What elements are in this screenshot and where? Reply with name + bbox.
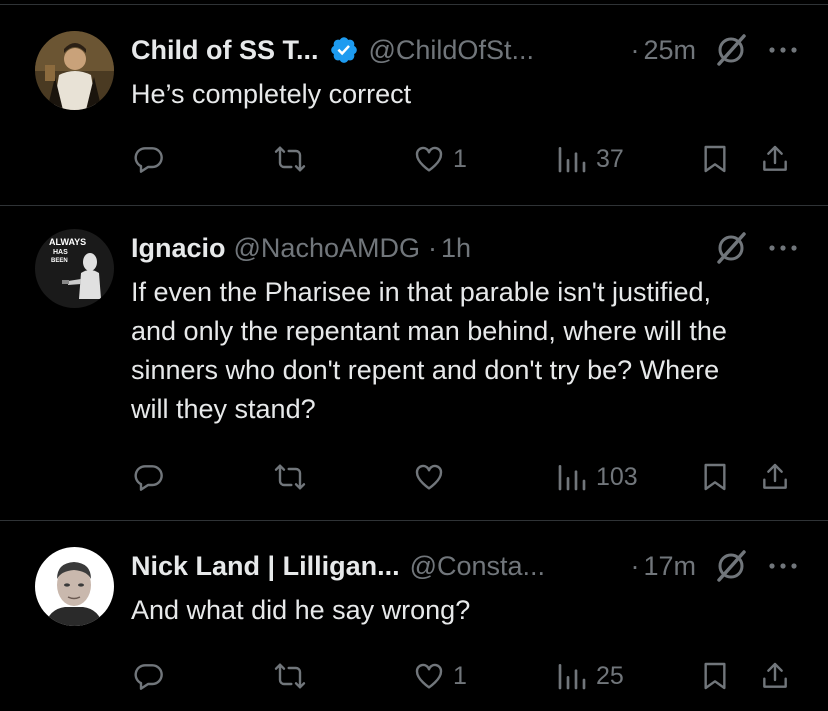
views-button[interactable]: 37 <box>556 139 624 179</box>
views-icon <box>558 147 586 173</box>
share-icon <box>763 145 787 171</box>
tweet[interactable]: Nick Land | Lilligan... @Consta... · 17m… <box>0 521 828 711</box>
separator-dot: · <box>427 232 437 263</box>
user-handle[interactable]: @Consta... <box>410 551 545 582</box>
tweet-text: He’s completely correct <box>131 79 412 109</box>
timestamp[interactable]: 17m <box>643 551 696 582</box>
more-options-icon[interactable] <box>768 231 798 265</box>
views-count: 37 <box>596 144 624 173</box>
views-icon <box>558 664 586 690</box>
tweet-header: Ignacio @NachoAMDG · 1h <box>131 231 798 265</box>
heart-icon <box>415 663 443 689</box>
share-button[interactable] <box>759 139 791 179</box>
views-count: 103 <box>596 462 638 491</box>
repost-icon <box>274 663 306 689</box>
avatar-text: HAS <box>53 249 68 256</box>
verified-badge-icon <box>330 37 357 63</box>
reply-icon <box>134 147 163 173</box>
user-handle[interactable]: @NachoAMDG <box>234 233 420 264</box>
always-has-been-avatar-icon: ALWAYS HAS BEEN <box>35 229 114 308</box>
display-name[interactable]: Child of SS T... <box>131 35 319 66</box>
views-button[interactable]: 25 <box>556 656 624 696</box>
share-icon <box>763 662 787 688</box>
separator-dot: · <box>630 34 640 65</box>
share-button[interactable] <box>759 457 791 497</box>
avatar[interactable] <box>35 547 114 626</box>
repost-button[interactable] <box>274 139 314 179</box>
like-button[interactable] <box>413 457 453 497</box>
tweet-header: Nick Land | Lilligan... @Consta... · 17m <box>131 549 798 583</box>
bald-man-avatar-icon <box>35 547 114 626</box>
reply-icon <box>134 465 163 491</box>
views-button[interactable]: 103 <box>556 457 638 497</box>
heart-icon <box>415 464 443 490</box>
reply-icon <box>134 664 163 690</box>
bookmark-button[interactable] <box>699 457 731 497</box>
reply-button[interactable] <box>133 457 173 497</box>
bookmark-icon <box>704 145 726 173</box>
repost-icon <box>274 464 306 490</box>
repost-button[interactable] <box>274 457 314 497</box>
avatar[interactable] <box>35 31 114 110</box>
user-handle[interactable]: @ChildOfSt... <box>369 35 534 66</box>
timestamp[interactable]: 25m <box>643 35 696 66</box>
share-button[interactable] <box>759 656 791 696</box>
like-count: 1 <box>453 661 467 690</box>
separator-dot: · <box>630 550 640 581</box>
like-button[interactable]: 1 <box>413 656 467 696</box>
avatar[interactable]: ALWAYS HAS BEEN <box>35 229 114 308</box>
grok-icon[interactable] <box>714 231 748 265</box>
display-name[interactable]: Ignacio <box>131 233 226 264</box>
tweet-header: Child of SS T... @ChildOfSt... · 25m <box>131 33 798 67</box>
tweet[interactable]: Child of SS T... @ChildOfSt... · 25m He’… <box>0 0 828 205</box>
avatar-text: ALWAYS <box>49 237 86 247</box>
heart-icon <box>415 146 443 172</box>
more-options-icon[interactable] <box>768 33 798 67</box>
tweet-text: If even the Pharisee in that parable isn… <box>131 277 727 424</box>
like-count: 1 <box>453 144 467 173</box>
like-button[interactable]: 1 <box>413 139 467 179</box>
views-count: 25 <box>596 661 624 690</box>
bookmark-button[interactable] <box>699 656 731 696</box>
tweet[interactable]: ALWAYS HAS BEEN Ignacio @NachoAMDG · 1h … <box>0 206 828 520</box>
tweet-actions: 1 25 <box>0 656 828 696</box>
bookmark-icon <box>704 662 726 690</box>
tweet-actions: 1 37 <box>0 139 828 179</box>
grok-icon[interactable] <box>714 33 748 67</box>
reply-button[interactable] <box>133 139 173 179</box>
repost-icon <box>274 146 306 172</box>
saint-portrait-avatar-icon <box>35 31 114 110</box>
timestamp[interactable]: 1h <box>441 233 471 264</box>
share-icon <box>763 463 787 489</box>
bookmark-icon <box>704 463 726 491</box>
tweet-actions: 103 <box>0 457 828 497</box>
reply-button[interactable] <box>133 656 173 696</box>
repost-button[interactable] <box>274 656 314 696</box>
display-name[interactable]: Nick Land | Lilligan... <box>131 551 400 582</box>
bookmark-button[interactable] <box>699 139 731 179</box>
tweet-text: And what did he say wrong? <box>131 595 471 625</box>
avatar-text: BEEN <box>51 258 68 264</box>
more-options-icon[interactable] <box>768 549 798 583</box>
grok-icon[interactable] <box>714 549 748 583</box>
views-icon <box>558 465 586 491</box>
